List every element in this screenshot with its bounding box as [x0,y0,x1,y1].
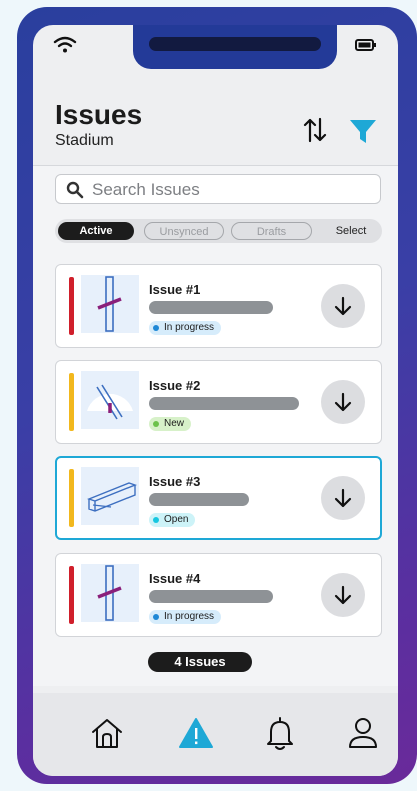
gauge-icon [87,384,133,420]
arrow-down-icon [334,488,352,508]
vertical-pipe-icon [97,565,122,621]
download-button[interactable] [321,380,365,424]
filter-tabs: Active Unsynced Drafts Select [55,219,382,243]
select-button[interactable]: Select [325,222,377,240]
bottom-nav [33,693,398,776]
issue-count-badge: 4 Issues [148,652,252,672]
priority-stripe [69,373,74,431]
download-button[interactable] [321,284,365,328]
warning-icon [179,718,213,748]
tab-unsynced[interactable]: Unsynced [144,222,224,240]
nav-notifications[interactable] [260,713,300,753]
status-label: New [164,418,185,429]
arrow-down-icon [334,392,352,412]
status-label: In progress [164,322,215,333]
beam-icon [86,482,138,512]
issue-thumbnail [81,564,139,622]
issue-thumbnail [81,371,139,429]
project-name: Stadium [55,132,114,149]
app-screen: Issues Stadium Active Unsynced [33,25,398,776]
description-placeholder [149,397,299,410]
priority-stripe [69,566,74,624]
issue-thumbnail [81,275,139,333]
search-icon [66,181,84,199]
notch [133,25,337,69]
issue-thumbnail [81,467,139,525]
nav-home[interactable] [87,713,127,753]
page-header: Issues Stadium [33,85,398,165]
status-label: Open [164,514,189,525]
status-badge: Open [149,513,196,527]
filter-icon[interactable] [348,117,378,145]
issue-card[interactable]: Issue #3 Open [55,456,382,540]
nav-issues[interactable] [176,713,216,753]
description-placeholder [149,493,249,506]
priority-stripe [69,277,74,335]
status-badge: In progress [149,321,222,335]
battery-icon [355,39,376,51]
arrow-down-icon [334,296,352,316]
issue-card[interactable]: Issue #2 New [55,360,382,444]
search-box[interactable] [55,174,381,204]
download-button[interactable] [321,476,365,520]
status-label: In progress [164,611,215,622]
status-dot [153,421,159,427]
status-dot [153,517,159,523]
vertical-pipe-icon [97,276,122,332]
search-input[interactable] [90,178,364,202]
tab-drafts[interactable]: Drafts [231,222,312,240]
issue-title: Issue #2 [149,378,201,393]
page-title: Issues [55,99,143,130]
description-placeholder [149,301,273,314]
issue-title: Issue #1 [149,282,201,297]
description-placeholder [149,590,273,603]
sort-icon[interactable] [303,117,327,143]
priority-stripe [69,469,74,527]
issues-content: Active Unsynced Drafts Select Issue #1 I… [33,166,398,686]
issue-title: Issue #3 [149,474,201,489]
status-badge: In progress [149,610,222,624]
arrow-down-icon [334,585,352,605]
issue-card[interactable]: Issue #4 In progress [55,553,382,637]
nav-profile[interactable] [343,713,383,753]
issue-title: Issue #4 [149,571,201,586]
issue-card[interactable]: Issue #1 In progress [55,264,382,348]
download-button[interactable] [321,573,365,617]
home-icon [92,719,122,748]
status-dot [153,614,159,620]
wifi-icon [53,36,77,53]
user-icon [349,718,377,748]
status-dot [153,325,159,331]
bell-icon [267,717,293,750]
device-frame: Issues Stadium Active Unsynced [17,7,417,784]
status-badge: New [149,417,192,431]
speaker-pill [149,37,321,51]
tab-active[interactable]: Active [58,222,134,240]
